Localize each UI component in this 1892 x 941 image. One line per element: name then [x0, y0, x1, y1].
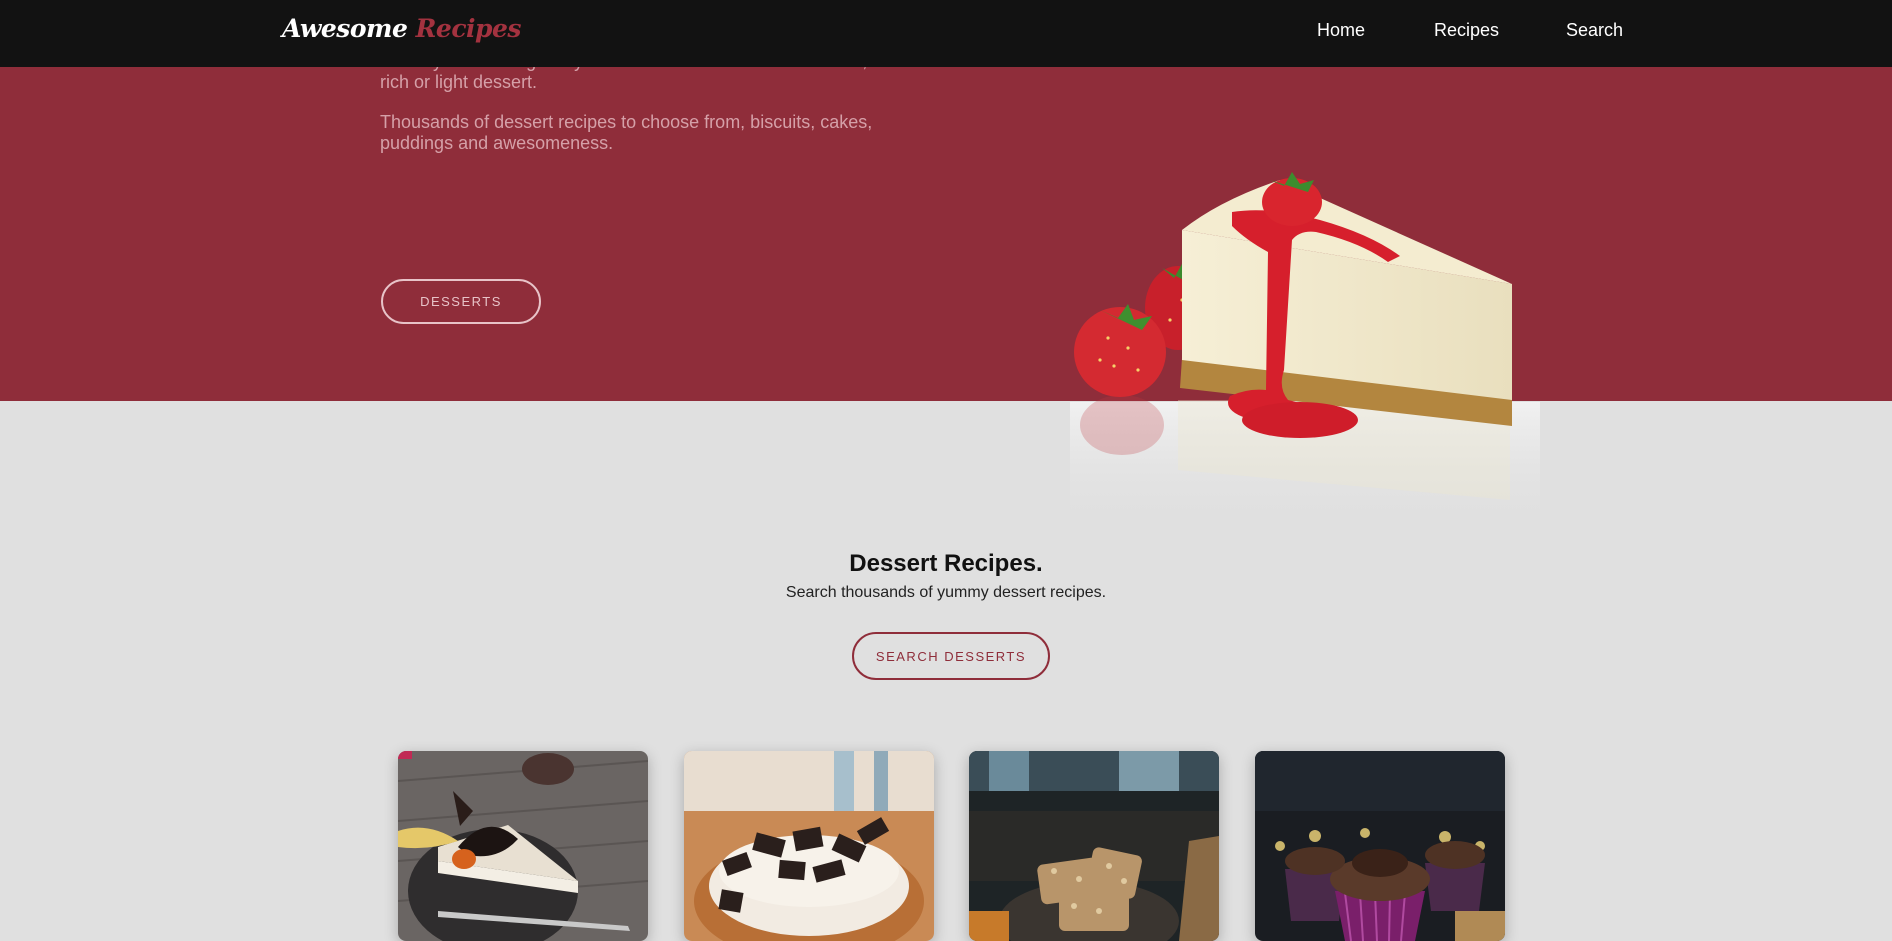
- hero-banner: Finish your evening in style with a deli…: [0, 67, 1892, 401]
- recipe-card-granola-bars[interactable]: [969, 751, 1219, 941]
- cheesecake-image: [1070, 172, 1540, 530]
- search-desserts-button[interactable]: SEARCH DESSERTS: [852, 632, 1050, 680]
- section-title: Dessert Recipes.: [849, 550, 1043, 577]
- hero-intro-text: Finish your evening in style with a deli…: [380, 67, 867, 92]
- nav-link-home[interactable]: Home: [1317, 20, 1365, 41]
- donut-photo: [684, 751, 934, 941]
- recipe-card-chocolate-tart[interactable]: [398, 751, 648, 941]
- navbar: Awesome Recipes Home Recipes Search: [0, 0, 1892, 67]
- chocolate-tart-photo: [398, 751, 648, 941]
- recipe-card-cookies-donut[interactable]: [684, 751, 934, 941]
- cupcakes-photo: [1255, 751, 1505, 941]
- logo-word-awesome: Awesome: [282, 14, 408, 43]
- section-subtitle: Search thousands of yummy dessert recipe…: [785, 584, 1107, 601]
- nav-link-search[interactable]: Search: [1566, 20, 1623, 41]
- desserts-button[interactable]: DESSERTS: [381, 279, 541, 324]
- recipe-card-cupcakes[interactable]: [1255, 751, 1505, 941]
- nav-link-recipes[interactable]: Recipes: [1434, 20, 1499, 41]
- hero-description-text: Thousands of dessert recipes to choose f…: [380, 112, 873, 153]
- site-logo[interactable]: Awesome Recipes: [282, 14, 522, 43]
- granola-photo: [969, 751, 1219, 941]
- logo-word-recipes: Recipes: [415, 14, 522, 43]
